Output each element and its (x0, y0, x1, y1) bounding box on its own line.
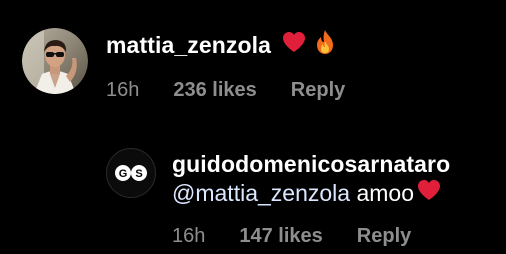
reply-body: guidodomenicosarnataro @mattia_zenzola a… (172, 150, 450, 248)
avatar-photo-icon (22, 28, 88, 94)
reply-message: amoo (350, 180, 414, 206)
svg-text:G: G (119, 168, 128, 180)
heart-icon (281, 30, 307, 60)
fire-icon (313, 28, 337, 62)
comment-body: mattia_zenzola 16h 236 likes Reply (106, 28, 345, 102)
gs-logo-icon: G S (115, 165, 147, 181)
comment-likes[interactable]: 236 likes (173, 78, 256, 102)
reply-header: guidodomenicosarnataro (172, 150, 450, 178)
comment-meta: 16h 236 likes Reply (106, 78, 345, 102)
reply-text: @mattia_zenzola amoo (172, 178, 450, 208)
reply-likes[interactable]: 147 likes (239, 224, 322, 248)
reply-item: G S guidodomenicosarnataro @mattia_zenzo… (106, 148, 450, 248)
svg-text:S: S (135, 168, 142, 180)
mention-link[interactable]: @mattia_zenzola (172, 179, 350, 207)
comment-item: mattia_zenzola 16h 236 likes Reply (22, 28, 345, 102)
comment-username[interactable]: mattia_zenzola (106, 31, 271, 59)
reply-username[interactable]: guidodomenicosarnataro (172, 150, 450, 178)
reply-button[interactable]: Reply (291, 78, 345, 102)
avatar[interactable]: G S (106, 148, 156, 198)
avatar[interactable] (22, 28, 88, 94)
heart-icon (416, 178, 442, 208)
comment-header: mattia_zenzola (106, 28, 345, 62)
reply-meta: 16h 147 likes Reply (172, 224, 450, 248)
reply-button[interactable]: Reply (357, 224, 411, 248)
comment-timestamp: 16h (106, 79, 140, 101)
reply-timestamp: 16h (172, 225, 206, 247)
